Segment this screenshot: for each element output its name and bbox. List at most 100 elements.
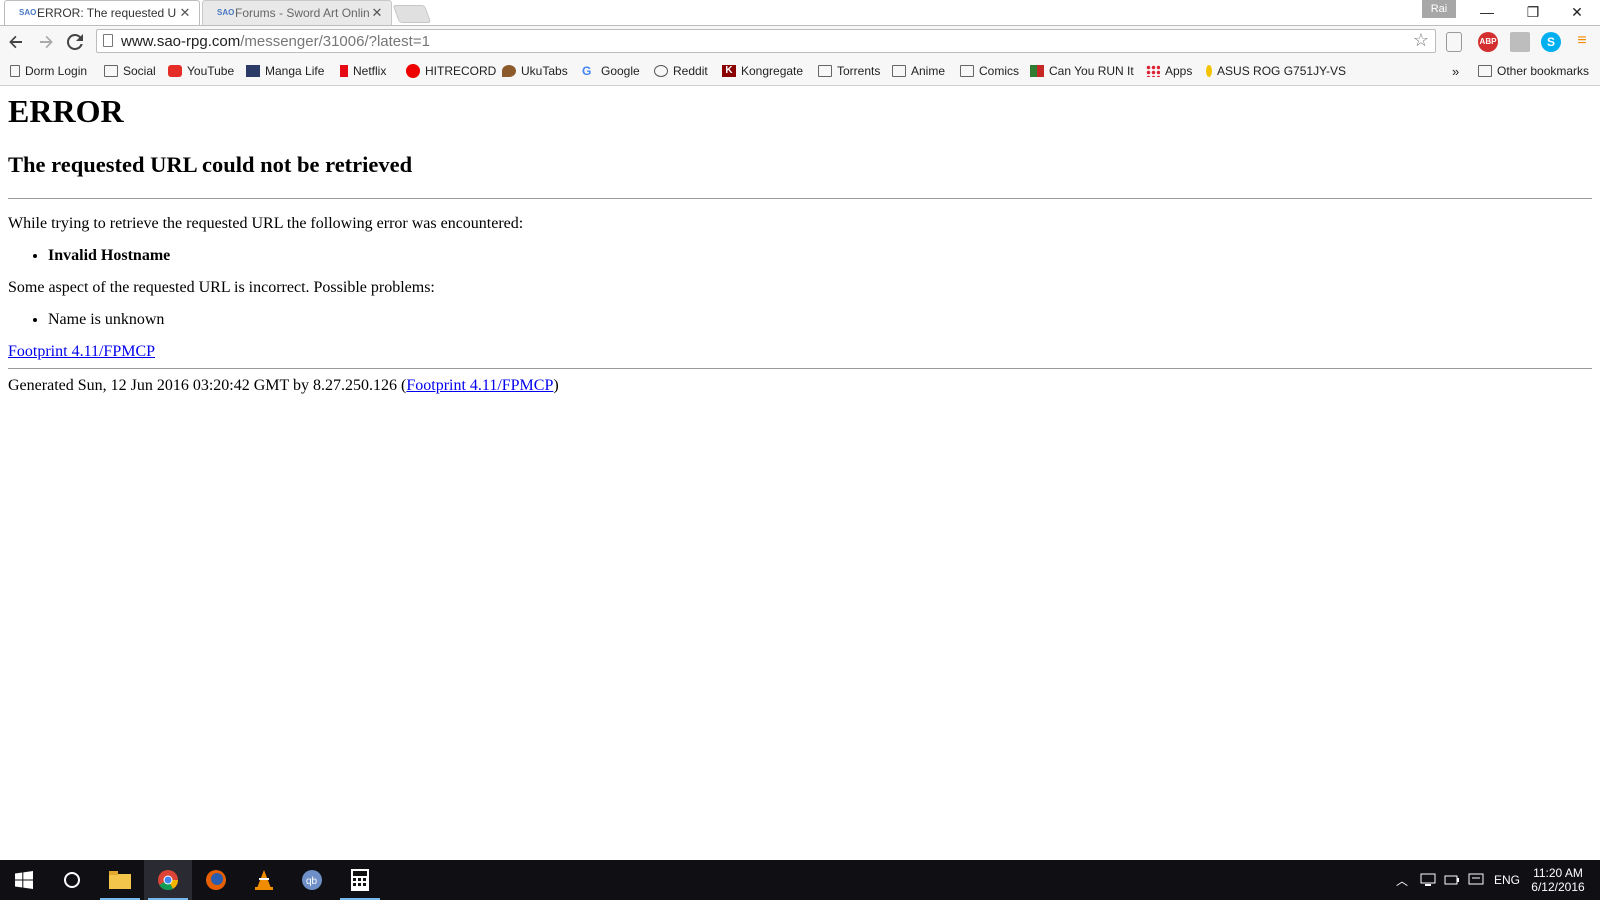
bookmark-anime[interactable]: Anime [892,63,945,79]
restore-button[interactable]: ❐ [1510,0,1556,25]
clock-time: 11:20 AM [1533,866,1583,880]
adblock-plus-icon[interactable]: ABP [1478,32,1498,52]
netflix-icon [340,65,348,77]
url-text[interactable]: www.sao-rpg.com/messenger/31006/?latest=… [121,33,430,50]
cortana-circle-icon [64,872,80,888]
footprint-link[interactable]: Footprint 4.11/FPMCP [8,343,155,360]
firefox-icon [206,870,226,890]
new-tab-button[interactable] [392,5,432,23]
bookmark-reddit[interactable]: Reddit [654,63,708,79]
chrome-taskbar-button[interactable] [144,860,192,900]
tab-title: Forums - Sword Art Online [235,6,369,20]
tab-error[interactable]: SAO ERROR: The requested URL could not b… [4,0,200,25]
battery-icon[interactable] [1444,860,1460,900]
shield-extension-icon[interactable] [1446,32,1462,52]
chrome-icon [158,870,179,891]
vlc-button[interactable] [240,860,288,900]
folder-icon [109,871,131,889]
bookmark-ukutabs[interactable]: UkuTabs [502,63,568,79]
reload-icon [66,33,83,50]
skype-icon[interactable]: S [1541,32,1561,52]
problem-item: Name is unknown [48,311,1592,329]
reload-button[interactable] [63,30,87,54]
close-tab-icon[interactable]: ✕ [177,5,193,21]
bookmark-apps[interactable]: Apps [1146,63,1192,79]
forward-arrow-icon [40,35,53,49]
youtube-icon [168,65,182,77]
bookmark-asus-rog[interactable]: ASUS ROG G751JY-VS [1206,63,1346,79]
bookmark-torrents[interactable]: Torrents [818,63,880,79]
toolbar: www.sao-rpg.com/messenger/31006/?latest=… [0,26,1600,58]
error-intro: While trying to retrieve the requested U… [8,215,524,232]
generated-line: Generated Sun, 12 Jun 2016 03:20:42 GMT … [8,377,559,394]
svg-text:qb: qb [306,876,318,887]
bookmark-social[interactable]: Social [104,63,156,79]
problems-intro: Some aspect of the requested URL is inco… [8,279,435,296]
bookmark-youtube[interactable]: YouTube [168,63,234,79]
bookmark-star-icon[interactable]: ☆ [1413,30,1429,51]
page-info-icon[interactable] [103,34,113,47]
divider [8,368,1592,369]
address-bar[interactable]: www.sao-rpg.com/messenger/31006/?latest=… [96,29,1436,53]
page-content: ERROR The requested URL could not be ret… [8,86,1592,395]
bookmark-manga-life[interactable]: Manga Life [246,63,324,79]
folder-icon [818,65,832,77]
css-extension-icon[interactable] [1510,32,1530,52]
folder-icon [892,65,906,77]
firefox-button[interactable] [192,860,240,900]
back-button[interactable] [4,30,28,54]
bookmark-dorm-login[interactable]: Dorm Login [10,63,87,79]
problems-list: Name is unknown [8,311,1592,329]
bookmark-comics[interactable]: Comics [960,63,1019,79]
divider [8,198,1592,199]
bookmark-netflix[interactable]: Netflix [340,63,386,79]
tray-overflow-chevron-icon[interactable]: ︿ [1396,860,1408,900]
google-icon: G [582,64,592,78]
folder-icon [1478,65,1492,77]
page-icon [10,65,20,77]
hitrecord-icon [406,64,420,78]
network-icon[interactable] [1420,860,1436,900]
sao-favicon-icon: SAO [19,8,37,17]
error-item: Invalid Hostname [48,247,1592,265]
vlc-cone-icon [255,870,273,890]
windows-taskbar: qb ︿ ENG 11:20 AM 6/12/2016 [0,860,1600,900]
bookmark-hitrecord[interactable]: HITRECORD [406,63,496,79]
footer-link-line: Footprint 4.11/FPMCP [8,343,1592,361]
other-bookmarks[interactable]: Other bookmarks [1478,63,1589,79]
sao-favicon-icon: SAO [217,8,235,17]
kongregate-icon: K [722,65,736,77]
error-heading: ERROR [8,93,124,129]
clock-date: 6/12/2016 [1531,880,1585,894]
close-window-button[interactable]: ✕ [1554,0,1600,25]
qbittorrent-icon: qb [302,870,322,890]
qbittorrent-button[interactable]: qb [288,860,336,900]
calculator-button[interactable] [336,860,384,900]
folder-icon [104,65,118,77]
footprint-link-footer[interactable]: Footprint 4.11/FPMCP [406,377,553,394]
tab-title: ERROR: The requested URL could not be re… [37,6,177,20]
close-tab-icon[interactable]: ✕ [369,5,385,21]
cortana-button[interactable] [48,860,96,900]
clock[interactable]: 11:20 AM 6/12/2016 [1528,860,1588,900]
forward-button[interactable] [34,30,58,54]
menu-icon[interactable]: ≡ [1572,32,1592,52]
bookmark-google[interactable]: G Google [582,63,640,79]
canyourunit-icon [1030,65,1044,77]
profile-badge[interactable]: Rai [1422,0,1456,18]
start-button[interactable] [0,860,48,900]
notifications-icon[interactable] [1468,860,1484,900]
ukulele-icon [502,65,516,77]
file-explorer-button[interactable] [96,860,144,900]
input-language[interactable]: ENG [1494,860,1520,900]
bookmark-can-you-run-it[interactable]: Can You RUN It [1030,63,1134,79]
bookmark-kongregate[interactable]: K Kongregate [722,63,803,79]
bookmarks-overflow-chevron[interactable]: » [1452,63,1459,79]
error-subheading: The requested URL could not be retrieved [8,152,413,177]
error-list: Invalid Hostname [8,247,1592,265]
tab-forums[interactable]: SAO Forums - Sword Art Online ✕ [202,0,392,25]
minimize-button[interactable]: — [1464,0,1510,25]
calculator-icon [351,869,369,891]
browser-chrome: SAO ERROR: The requested URL could not b… [0,0,1600,86]
folder-icon [960,65,974,77]
